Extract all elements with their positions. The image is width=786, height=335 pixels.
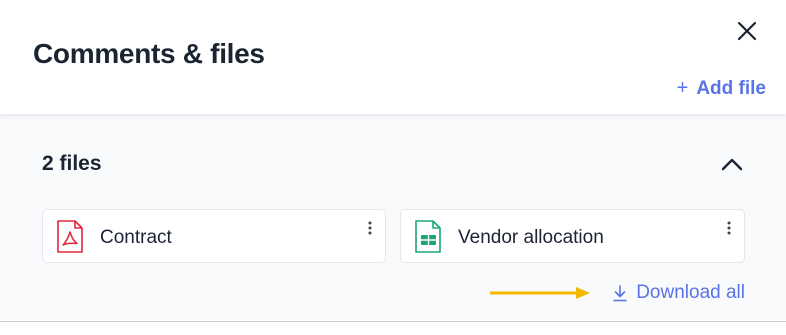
download-icon [613,284,628,301]
collapse-files-button[interactable] [716,151,748,177]
file-name: Vendor allocation [458,227,604,248]
more-vertical-icon [368,221,372,235]
close-icon [737,21,757,41]
file-name: Contract [100,227,172,248]
download-all-label: Download all [636,282,745,303]
download-all-button[interactable]: Download all [612,282,745,304]
close-button[interactable] [731,15,763,47]
pdf-file-icon [57,220,83,253]
add-file-button[interactable]: + Add file [677,77,766,100]
files-count-heading: 2 files [42,152,102,175]
spreadsheet-file-icon [415,220,441,253]
panel-header: Comments & files + Add file [0,0,786,114]
file-options-button[interactable] [723,219,735,237]
panel-title: Comments & files [33,38,265,69]
add-file-label: Add file [696,77,766,99]
file-card-contract[interactable]: Contract [42,209,386,263]
chevron-up-icon [721,158,743,171]
more-vertical-icon [727,221,731,235]
file-card-vendor-allocation[interactable]: Vendor allocation [400,209,745,263]
files-section: 2 files Contract Vendor allocation Downl… [0,114,786,321]
file-options-button[interactable] [364,219,376,237]
divider [0,321,786,322]
annotation-arrow [490,287,590,299]
plus-icon: + [676,77,689,99]
